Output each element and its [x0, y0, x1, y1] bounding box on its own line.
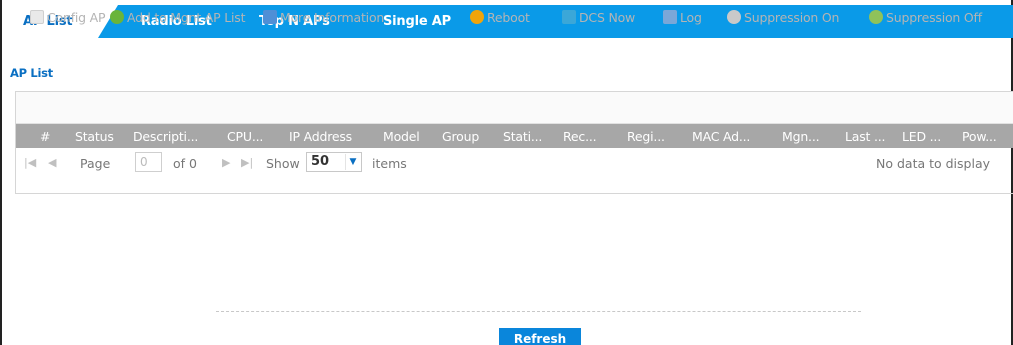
edit-icon	[30, 10, 44, 24]
last-page-icon[interactable]: ▶|	[241, 156, 253, 169]
chevron-down-icon[interactable]: ▼	[345, 154, 360, 170]
add-icon	[110, 10, 124, 24]
section-divider	[216, 311, 861, 312]
column-header-group[interactable]: Group	[442, 129, 479, 144]
suppression-on-label: Suppression On	[744, 10, 840, 25]
suppression-on-icon	[727, 10, 741, 24]
column-header-mgnt[interactable]: Mgn...	[782, 129, 820, 144]
more-information-button[interactable]: More Information	[263, 10, 384, 25]
log-button[interactable]: Log	[663, 10, 702, 25]
log-label: Log	[680, 10, 702, 25]
power-icon	[470, 10, 484, 24]
page-count-label: of 0	[173, 156, 197, 171]
column-header-mac-address[interactable]: MAC Ad...	[692, 129, 750, 144]
items-per-page-value: 50	[311, 154, 330, 169]
page-number-input[interactable]: 0	[135, 152, 162, 172]
more-information-label: More Information	[280, 10, 385, 25]
first-page-icon[interactable]: |◀	[24, 156, 36, 169]
empty-table-message: No data to display	[876, 156, 991, 171]
column-header-led[interactable]: LED ...	[902, 129, 941, 144]
page-label: Page	[80, 156, 111, 171]
column-header-ip-address[interactable]: IP Address	[289, 129, 352, 144]
column-header-index[interactable]: #	[40, 129, 50, 144]
section-title: AP List	[10, 66, 53, 80]
log-icon	[663, 10, 677, 24]
info-window-icon	[263, 10, 277, 24]
dcs-now-button[interactable]: DCS Now	[562, 10, 635, 25]
items-label: items	[372, 156, 407, 171]
items-per-page-select[interactable]: 50 ▼	[306, 152, 362, 172]
suppression-off-button[interactable]: Suppression Off	[869, 10, 982, 25]
show-label: Show	[266, 156, 300, 171]
config-ap-button[interactable]: Config AP	[30, 10, 106, 25]
toolbar	[16, 92, 1013, 124]
next-page-icon[interactable]: ▶	[222, 156, 230, 169]
column-header-model[interactable]: Model	[383, 129, 420, 144]
pager	[16, 148, 1013, 178]
dcs-now-label: DCS Now	[579, 10, 636, 25]
suppression-on-button[interactable]: Suppression On	[727, 10, 839, 25]
column-header-station[interactable]: Stati...	[503, 129, 542, 144]
column-header-description[interactable]: Descripti...	[133, 129, 198, 144]
column-header-recommend[interactable]: Rec...	[563, 129, 597, 144]
refresh-button[interactable]: Refresh	[499, 328, 581, 345]
tab-single-ap[interactable]: Single AP	[383, 14, 451, 29]
dcs-icon	[562, 10, 576, 24]
column-header-last[interactable]: Last ...	[845, 129, 886, 144]
config-ap-label: Config AP	[47, 10, 106, 25]
column-header-power[interactable]: Pow...	[962, 129, 997, 144]
column-header-cpu[interactable]: CPU...	[227, 129, 263, 144]
previous-page-icon[interactable]: ◀	[48, 156, 56, 169]
reboot-label: Reboot	[487, 10, 530, 25]
reboot-button[interactable]: Reboot	[470, 10, 530, 25]
add-to-mgnt-ap-list-label: Add to Mgnt AP List	[127, 10, 246, 25]
column-header-status[interactable]: Status	[75, 129, 114, 144]
column-header-registration[interactable]: Regi...	[627, 129, 665, 144]
add-to-mgnt-ap-list-button[interactable]: Add to Mgnt AP List	[110, 10, 246, 25]
suppression-off-icon	[869, 10, 883, 24]
suppression-off-label: Suppression Off	[886, 10, 982, 25]
